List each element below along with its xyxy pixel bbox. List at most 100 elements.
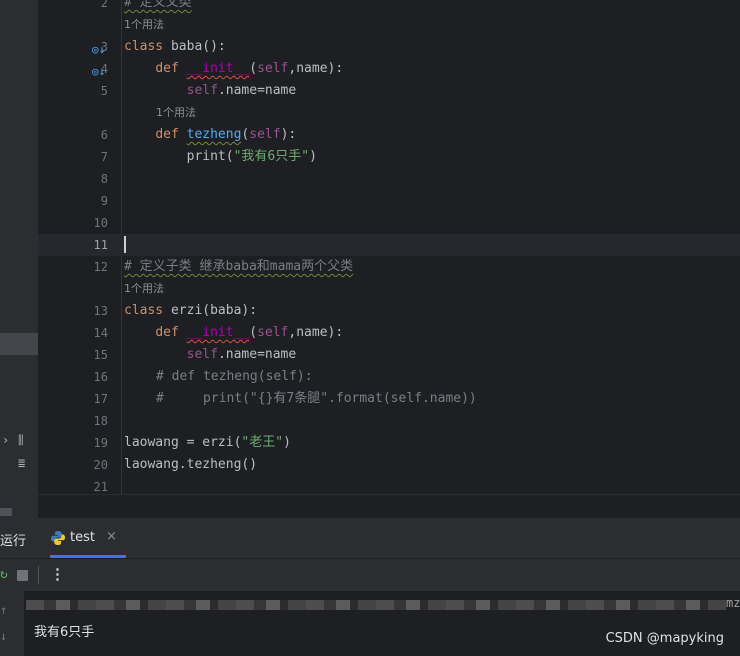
- line-number: 7: [100, 150, 108, 164]
- code-line[interactable]: 20 laowang.tezheng(): [38, 454, 740, 476]
- code-line[interactable]: 12 # 定义子类 继承baba和mama两个父类: [38, 256, 740, 278]
- bookmarks-icon[interactable]: ≣: [18, 456, 25, 470]
- dunder-method: __init__: [186, 325, 250, 340]
- more-options-icon[interactable]: ⋮: [50, 565, 65, 583]
- console-side-toolbar: ↑ ↓: [0, 591, 24, 656]
- arrow-down-icon[interactable]: ↓: [0, 629, 7, 643]
- dunder-method: __init__: [186, 61, 250, 76]
- paren: (: [249, 325, 258, 340]
- editor-bottom-strip: [38, 494, 740, 519]
- arrow-up-icon[interactable]: ↑: [0, 603, 7, 617]
- code-line[interactable]: 4 ◎↓ def __init__(self,name):: [38, 58, 740, 80]
- usage-hint-row: 1个用法: [38, 102, 740, 124]
- line-number: 11: [93, 238, 108, 252]
- code-text: laowang.tezheng(): [124, 457, 258, 472]
- line-number: 18: [93, 414, 108, 428]
- chevron-right-icon[interactable]: ›: [2, 433, 9, 447]
- code-line[interactable]: 2 # 定义父类: [38, 0, 740, 14]
- self-ref: self: [186, 83, 218, 98]
- self-param: self: [257, 325, 289, 340]
- tab-test[interactable]: test ×: [44, 518, 126, 558]
- line-number: 12: [93, 260, 108, 274]
- line-number: 9: [100, 194, 108, 208]
- usage-hint[interactable]: 1个用法: [124, 278, 164, 300]
- self-param: self: [257, 61, 289, 76]
- code-line[interactable]: 16 # def tezheng(self):: [38, 366, 740, 388]
- assignment: laowang = erzi(: [124, 435, 242, 450]
- stop-icon[interactable]: [17, 570, 28, 581]
- line-number: 21: [93, 480, 108, 494]
- code-editor[interactable]: 2 # 定义父类 1个用法 3 ◎↓ class baba(): 4 ◎↓ de…: [38, 0, 740, 494]
- assignment: .name=name: [217, 347, 297, 362]
- code-line[interactable]: 3 ◎↓ class baba():: [38, 36, 740, 58]
- line-number: 5: [100, 84, 108, 98]
- tab-label: test: [70, 530, 95, 545]
- current-line[interactable]: 11: [38, 234, 740, 256]
- line-number: 13: [93, 304, 108, 318]
- code-text: # 定义子类 继承baba和mama两个父类: [124, 259, 354, 274]
- text-caret: [124, 236, 126, 253]
- line-number: 10: [93, 216, 108, 230]
- line-number: 20: [93, 458, 108, 472]
- blurred-command-line: [26, 600, 726, 610]
- code-line[interactable]: 21: [38, 476, 740, 494]
- structure-icon[interactable]: ⫼: [18, 433, 24, 448]
- string-literal: "我有6只手": [233, 149, 310, 164]
- keyword: def: [155, 325, 179, 340]
- code-line[interactable]: 18: [38, 410, 740, 432]
- code-line[interactable]: 17 # print("{}有7条腿".format(self.name)): [38, 388, 740, 410]
- code-line[interactable]: 14 def __init__(self,name):: [38, 322, 740, 344]
- scrollbar-thumb[interactable]: [0, 508, 12, 516]
- code-line[interactable]: 13 class erzi(baba):: [38, 300, 740, 322]
- watermark: CSDN @mapyking: [605, 631, 724, 646]
- line-number: 8: [100, 172, 108, 186]
- run-panel-title: 运行: [0, 534, 27, 549]
- self-param: self: [249, 127, 281, 142]
- code-text: # def tezheng(self):: [156, 369, 313, 384]
- code-line[interactable]: 15 self.name=name: [38, 344, 740, 366]
- keyword: def: [155, 127, 179, 142]
- code-line[interactable]: 9: [38, 190, 740, 212]
- command-line-tail: mzi: [726, 596, 740, 610]
- line-number: 16: [93, 370, 108, 384]
- keyword: class: [124, 39, 164, 54]
- class-decl: erzi(baba):: [163, 303, 258, 318]
- code-line[interactable]: 10: [38, 212, 740, 234]
- console-output[interactable]: mzi 我有6只手 CSDN @mapyking: [24, 591, 740, 656]
- run-toolbar: ↻ ⋮: [0, 559, 740, 591]
- paren: (: [249, 61, 258, 76]
- program-output: 我有6只手: [34, 625, 95, 640]
- call: print(: [186, 149, 234, 164]
- code-line[interactable]: 8: [38, 168, 740, 190]
- line-number: 2: [100, 0, 108, 10]
- close-icon[interactable]: ×: [106, 529, 117, 544]
- code-text: # 定义父类: [124, 0, 192, 10]
- code-line[interactable]: 7 print("我有6只手"): [38, 146, 740, 168]
- line-number: 15: [93, 348, 108, 362]
- string-literal: "老王": [241, 435, 284, 450]
- active-tab-underline: [50, 555, 126, 558]
- line-number: 19: [93, 436, 108, 450]
- usage-hint[interactable]: 1个用法: [124, 14, 164, 36]
- self-ref: self: [186, 347, 218, 362]
- params: ,name):: [288, 325, 344, 340]
- line-number: 14: [93, 326, 108, 340]
- params: ,name):: [288, 61, 344, 76]
- code-line[interactable]: 6 def tezheng(self):: [38, 124, 740, 146]
- line-number: 6: [100, 128, 108, 142]
- keyword: def: [155, 61, 179, 76]
- keyword: class: [124, 303, 164, 318]
- rerun-icon[interactable]: ↻: [0, 567, 8, 582]
- assignment: .name=name: [217, 83, 297, 98]
- code-line[interactable]: 5 self.name=name: [38, 80, 740, 102]
- run-tool-tabbar: 运行 test ×: [0, 518, 740, 559]
- usage-hint[interactable]: 1个用法: [156, 102, 196, 124]
- paren: ): [309, 149, 317, 164]
- usage-hint-row: 1个用法: [38, 278, 740, 300]
- left-tool-strip: › ⫼ ≣: [0, 0, 38, 518]
- usage-hint-row: 1个用法: [38, 14, 740, 36]
- code-line[interactable]: 19 laowang = erzi("老王"): [38, 432, 740, 454]
- python-icon: [51, 531, 65, 545]
- code-text: # print("{}有7条腿".format(self.name)): [156, 391, 477, 406]
- line-number: 17: [93, 392, 108, 406]
